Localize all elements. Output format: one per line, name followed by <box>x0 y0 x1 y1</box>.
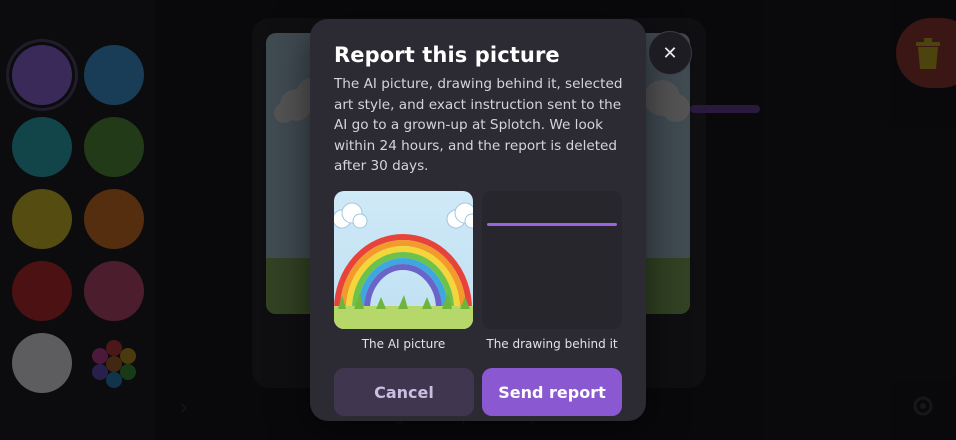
dialog-description: The AI picture, drawing behind it, selec… <box>334 76 623 174</box>
send-report-button[interactable]: Send report <box>482 368 622 416</box>
ai-picture-thumbnail <box>334 191 473 329</box>
close-button[interactable]: ✕ <box>648 31 692 75</box>
drawing-stroke-line <box>487 223 617 226</box>
app-root: › AI-generated picture · Report Report t… <box>0 0 956 440</box>
ai-picture-label: The AI picture <box>361 337 446 351</box>
drawing-thumbnail <box>482 191 622 329</box>
drawing-label: The drawing behind it <box>486 337 618 351</box>
dialog-title: Report this picture <box>334 43 560 67</box>
report-dialog: Report this picture The AI picture, draw… <box>310 19 646 421</box>
close-icon: ✕ <box>662 42 678 64</box>
cancel-button[interactable]: Cancel <box>334 368 474 416</box>
